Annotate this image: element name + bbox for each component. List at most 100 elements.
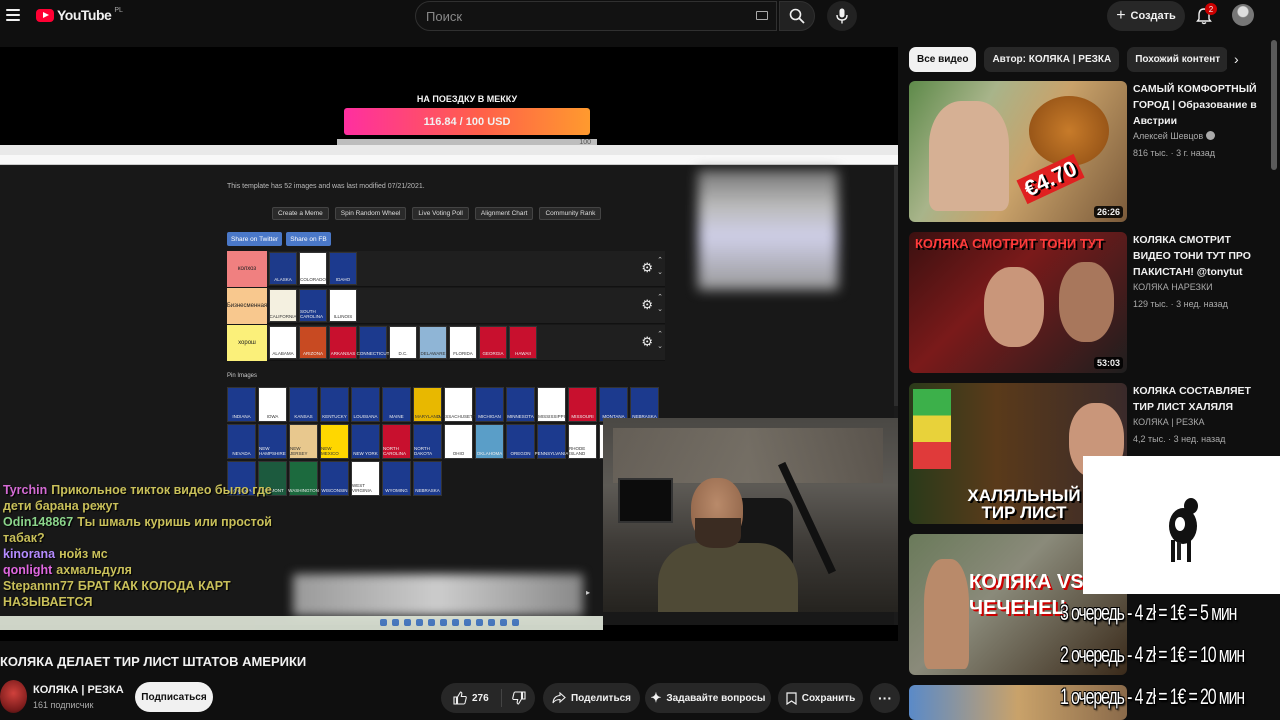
state-flag[interactable]: OKLAHOMA	[475, 424, 504, 459]
recommendation-item[interactable]: €4.70 26:26 САМЫЙ КОМФОРТНЫЙ ГОРОД | Обр…	[909, 81, 1269, 227]
channel-name[interactable]: КОЛЯКА | РЕЗКА	[33, 684, 124, 696]
state-flag[interactable]: OREGON	[506, 424, 535, 459]
chevron-right-icon[interactable]: ›	[1234, 51, 1239, 67]
state-flag[interactable]: NEW JERSEY	[289, 424, 318, 459]
recommendation-title[interactable]: КОЛЯКА СМОТРИТ ВИДЕО ТОНИ ТУТ ПРО ПАКИСТ…	[1133, 232, 1267, 280]
state-flag[interactable]: GEORGIA	[479, 326, 507, 359]
recommendation-title[interactable]: КОЛЯКА СОСТАВЛЯЕТ ТИР ЛИСТ ХАЛЯЛЯ	[1133, 383, 1267, 415]
state-flag[interactable]: CALIFORNIA	[269, 289, 297, 322]
sidebar-scrollbar[interactable]	[1271, 40, 1277, 170]
recommendation-item[interactable]: КОЛЯКА СМОТРИТ ТОНИ ТУТ 53:03 КОЛЯКА СМО…	[909, 232, 1269, 378]
filter-chip[interactable]: Похожий контент	[1127, 47, 1227, 72]
state-flag[interactable]: MISSISSIPPI	[537, 387, 566, 422]
state-flag[interactable]: IOWA	[258, 387, 287, 422]
state-flag[interactable]: NORTH DAKOTA	[413, 424, 442, 459]
recommendation-channel[interactable]: КОЛЯКА | РЕЗКА	[1133, 417, 1205, 427]
tool-button[interactable]: Community Rank	[539, 207, 602, 220]
state-flag[interactable]: KENTUCKY	[320, 387, 349, 422]
tier-row: хорош ALABAMA ARIZONA ARKANSAS CONNECTICUT D.…	[227, 325, 665, 361]
account-avatar[interactable]	[1232, 4, 1254, 26]
chat-text: нойз мс	[59, 547, 108, 561]
gear-icon[interactable]: ⚙	[641, 297, 653, 313]
state-flag[interactable]: ALASKA	[269, 252, 297, 285]
tool-button[interactable]: Alignment Chart	[474, 207, 534, 220]
chat-username: kinorana	[3, 547, 56, 561]
state-flag[interactable]: NEW HAMPSHIRE	[258, 424, 287, 459]
tier-label[interactable]: Бизнесменная	[227, 288, 267, 324]
state-flag[interactable]: ILLINOIS	[329, 289, 357, 322]
state-flag[interactable]: DELAWARE	[419, 326, 447, 359]
gear-icon[interactable]: ⚙	[641, 334, 653, 350]
search-input[interactable]: Поиск	[415, 1, 777, 31]
subscribe-button[interactable]: Подписаться	[135, 682, 213, 712]
share-social-button[interactable]: Share on FB	[286, 232, 331, 246]
state-flag[interactable]: WASHINGTON	[288, 461, 319, 496]
tier-label[interactable]: хорош	[227, 325, 267, 361]
state-flag[interactable]: OHIO	[444, 424, 473, 459]
cow-icon	[1169, 498, 1198, 562]
state-flag[interactable]: SOUTH CAROLINA	[299, 289, 327, 322]
channel-avatar[interactable]	[0, 680, 27, 713]
recommendation-thumbnail[interactable]: КОЛЯКА СМОТРИТ ТОНИ ТУТ 53:03	[909, 232, 1127, 373]
video-player[interactable]: НА ПОЕЗДКУ В МЕККУ 116.84 / 100 USD 100 …	[0, 47, 898, 641]
state-flag[interactable]: FLORIDA	[449, 326, 477, 359]
youtube-logo[interactable]: YouTube PL	[36, 7, 123, 23]
state-flag[interactable]: ARKANSAS	[329, 326, 357, 359]
state-flag[interactable]: D.C.	[389, 326, 417, 359]
state-flag[interactable]: KANSAS	[289, 387, 318, 422]
ask-button[interactable]: ✦ Задавайте вопросы	[645, 683, 771, 713]
gear-icon[interactable]: ⚙	[641, 260, 653, 276]
state-flag[interactable]: NEW YORK	[351, 424, 380, 459]
chat-username: Odin148867	[3, 515, 74, 529]
state-flag[interactable]: MICHIGAN	[475, 387, 504, 422]
state-flag[interactable]: ARIZONA	[299, 326, 327, 359]
filter-chip[interactable]: Все видео	[909, 47, 977, 72]
state-flag[interactable]: HAWAII	[509, 326, 537, 359]
state-flag[interactable]: NEW MEXICO	[320, 424, 349, 459]
recommendation-channel[interactable]: КОЛЯКА НАРЕЗКИ	[1133, 282, 1213, 292]
state-flag[interactable]: RHODE ISLAND	[568, 424, 597, 459]
state-flag[interactable]: NEVADA	[227, 424, 256, 459]
recommendation-title[interactable]: САМЫЙ КОМФОРТНЫЙ ГОРОД | Образование в А…	[1133, 81, 1267, 129]
state-flag[interactable]: MINNESOTA	[506, 387, 535, 422]
state-flag[interactable]: WEST VIRGINIA	[351, 461, 380, 496]
state-flag[interactable]: NEBRASKA	[413, 461, 442, 496]
dislike-button[interactable]	[502, 691, 535, 705]
state-flag[interactable]: MONTANA	[599, 387, 628, 422]
state-flag[interactable]: IDAHO	[329, 252, 357, 285]
reorder-arrows-icon[interactable]: ⌃ ⌄	[657, 292, 663, 316]
state-flag[interactable]: MISSOURI	[568, 387, 597, 422]
keyboard-icon[interactable]	[756, 11, 768, 20]
voice-search-button[interactable]	[827, 1, 857, 31]
state-flag[interactable]: MAINE	[382, 387, 411, 422]
more-actions-button[interactable]: ···	[870, 683, 900, 713]
donation-queue-overlay: 3 очередь - 4 zł = 1€ = 5 мин 2 очередь …	[1058, 594, 1280, 720]
search-button[interactable]	[779, 1, 815, 31]
state-flag[interactable]: NEBRASKA	[630, 387, 659, 422]
reorder-arrows-icon[interactable]: ⌃ ⌄	[657, 329, 663, 353]
tier-label[interactable]: колхоз	[227, 251, 267, 287]
create-button[interactable]: + Создать	[1107, 1, 1185, 31]
state-flag[interactable]: WISCONSIN	[320, 461, 349, 496]
share-social-button[interactable]: Share on Twitter	[227, 232, 283, 246]
tool-button[interactable]: Create a Meme	[272, 207, 329, 220]
menu-icon[interactable]	[4, 6, 22, 24]
state-flag[interactable]: NORTH CAROLINA	[382, 424, 411, 459]
state-flag[interactable]: INDIANA	[227, 387, 256, 422]
reorder-arrows-icon[interactable]: ⌃ ⌄	[657, 255, 663, 279]
recommendation-channel[interactable]: Алексей Шевцов	[1133, 131, 1216, 141]
state-flag[interactable]: CONNECTICUT	[357, 326, 389, 359]
state-flag[interactable]: PENNSYLVANIA	[535, 424, 568, 459]
tool-button[interactable]: Live Voting Poll	[412, 207, 469, 220]
state-flag[interactable]: MASSACHUSETTS	[439, 387, 479, 422]
state-flag[interactable]: LOUISIANA	[351, 387, 380, 422]
filter-chip[interactable]: Автор: КОЛЯКА | РЕЗКА	[984, 47, 1120, 72]
state-flag[interactable]: ALABAMA	[269, 326, 297, 359]
tool-button[interactable]: Spin Random Wheel	[334, 207, 407, 220]
state-flag[interactable]: COLORADO	[299, 252, 327, 285]
save-button[interactable]: Сохранить	[778, 683, 863, 713]
like-button[interactable]: 276	[441, 689, 502, 707]
state-flag[interactable]: WYOMING	[382, 461, 411, 496]
share-button[interactable]: Поделиться	[543, 683, 640, 713]
recommendation-thumbnail[interactable]: €4.70 26:26	[909, 81, 1127, 222]
